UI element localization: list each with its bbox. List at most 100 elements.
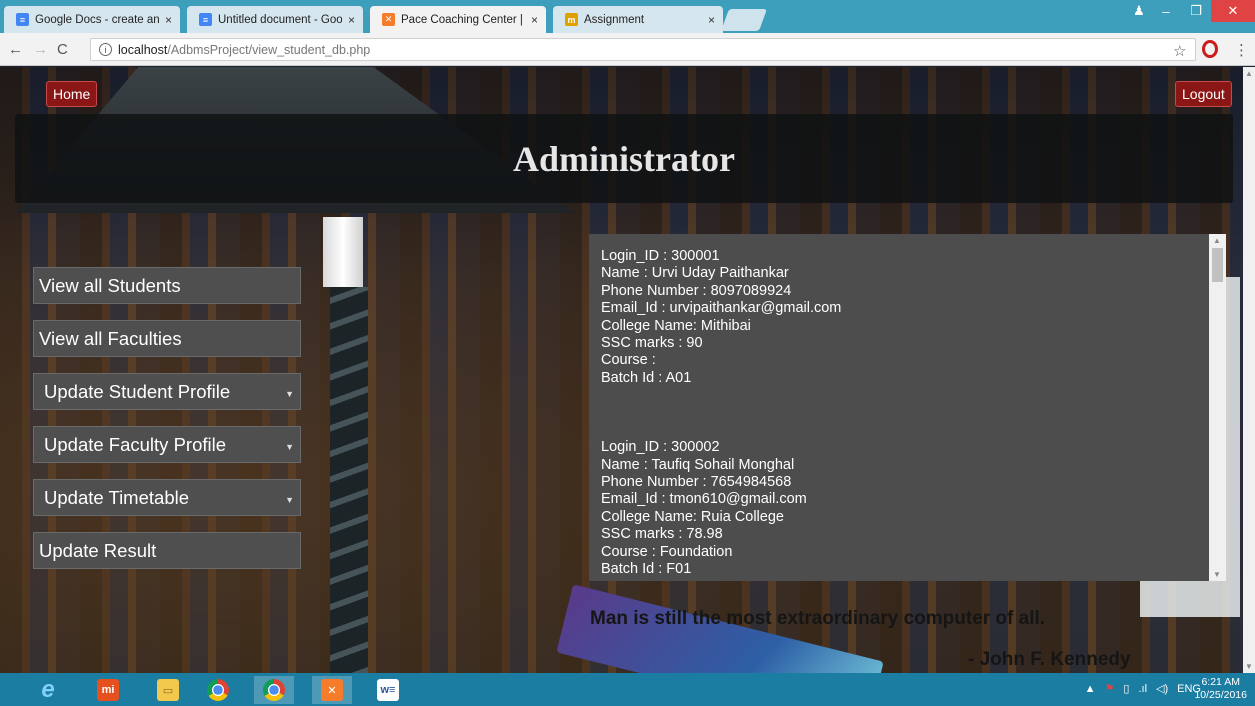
home-button[interactable]: Home [46,81,98,107]
dropdown-caret-icon: ▼ [285,495,294,505]
close-tab-icon[interactable]: × [165,13,172,27]
user-icon[interactable]: ♟ [1127,0,1151,22]
browser-tab-strip: ≡ Google Docs - create an × ≡ Untitled d… [0,0,1255,33]
quote-text: Man is still the most extraordinary comp… [590,608,1046,629]
word-icon[interactable]: w≡ [368,676,408,704]
menu-update-student-profile[interactable]: Update Student Profile ▼ [33,373,301,410]
xampp-icon: ✕ [382,13,395,26]
menu-label: Update Result [39,539,157,561]
windows-taskbar: e mi ▭ ✕ w≡ ▲ ⚑ ▯ .ıl ◁) ENG 6:21 AM 10/… [0,673,1255,706]
phone-number: Phone Number : 7654984568 [601,474,792,491]
scroll-up-icon[interactable]: ▲ [1245,69,1253,78]
file-explorer-icon[interactable]: ▭ [148,676,188,704]
docs-icon: ≡ [199,13,212,26]
window-controls: ♟ – ❐ ✕ [1127,0,1255,24]
panel-scrollbar[interactable]: ▲ ▼ [1209,234,1226,581]
student-records: Login_ID : 300001 Name : Urvi Uday Paith… [601,248,841,581]
internet-explorer-icon[interactable]: e [28,676,68,704]
show-hidden-icons-icon[interactable]: ▲ [1085,683,1096,695]
new-tab-button[interactable] [720,9,768,31]
action-center-flag-icon[interactable]: ⚑ [1105,682,1115,695]
course: Course : Foundation [601,543,733,560]
menu-kebab-icon[interactable]: ⋮ [1234,41,1249,59]
tab-pace-coaching-center[interactable]: ✕ Pace Coaching Center | A × [370,6,546,33]
bookmark-star-icon[interactable]: ☆ [1173,42,1186,60]
menu-update-result[interactable]: Update Result [33,532,301,569]
tab-google-docs[interactable]: ≡ Google Docs - create an × [4,6,180,33]
signal-icon[interactable]: .ıl [1138,683,1147,695]
student-name: Name : Urvi Uday Paithankar [601,265,789,282]
batch-id: Batch Id : F01 [601,561,692,578]
clock-date: 10/25/2016 [1194,689,1247,701]
phone-number: Phone Number : 8097089924 [601,282,792,299]
tab-assignment[interactable]: m Assignment × [553,6,723,33]
tab-title: Assignment [584,13,645,26]
menu-label: Update Faculty Profile [44,433,227,455]
menu-update-timetable[interactable]: Update Timetable ▼ [33,479,301,516]
info-icon[interactable]: i [99,43,112,56]
student-name: Name : Taufiq Sohail Monghal [601,456,795,473]
batch-id: Batch Id : A01 [601,369,692,386]
background-candle [323,217,363,287]
ssc-marks: SSC marks : 78.98 [601,526,723,543]
login-id: Login_ID : 300001 [601,248,720,264]
tab-untitled-document[interactable]: ≡ Untitled document - Goo × [187,6,363,33]
email-id: Email_Id : tmon610@gmail.com [601,491,807,508]
close-tab-icon[interactable]: × [348,13,355,27]
url-input[interactable]: i localhost/AdbmsProject/view_student_db… [90,38,1196,61]
student-record: Login_ID : 300002 Name : Taufiq Sohail M… [601,439,841,578]
menu-view-all-faculties[interactable]: View all Faculties [33,320,301,357]
close-tab-icon[interactable]: × [531,13,538,27]
maximize-icon[interactable]: ❐ [1181,0,1211,22]
college-name: College Name: Mithibai [601,317,751,334]
tab-title: Pace Coaching Center | A [401,13,525,26]
chrome-icon[interactable] [198,676,238,704]
chrome-icon[interactable] [254,676,294,704]
quote-author: - John F. Kennedy [968,649,1131,670]
address-bar-row: ← → C i localhost/AdbmsProject/view_stud… [0,33,1255,66]
page-title-banner: Administrator [15,114,1233,203]
student-record: Login_ID : 300001 Name : Urvi Uday Paith… [601,248,841,387]
url-host: localhost [118,42,168,57]
url-path: /AdbmsProject/view_student_db.php [167,42,371,57]
clock-time: 6:21 AM [1201,676,1240,688]
ssc-marks: SSC marks : 90 [601,335,703,352]
menu-update-faculty-profile[interactable]: Update Faculty Profile ▼ [33,426,301,463]
assignment-icon: m [565,13,578,26]
opera-extension-icon[interactable] [1202,40,1218,58]
dropdown-caret-icon: ▼ [285,389,294,399]
page-scrollbar[interactable]: ▲ ▼ [1243,67,1255,673]
battery-icon[interactable]: ▯ [1123,682,1129,695]
scroll-down-icon[interactable]: ▼ [1213,570,1221,579]
menu-label: Update Timetable [44,486,190,508]
scroll-thumb[interactable] [1212,248,1223,282]
menu-view-all-students[interactable]: View all Students [33,267,301,304]
course: Course : [601,352,656,369]
college-name: College Name: Ruia College [601,508,784,525]
taskbar-clock[interactable]: 6:21 AM 10/25/2016 [1194,676,1247,702]
close-tab-icon[interactable]: × [708,13,715,27]
mi-icon[interactable]: mi [88,676,128,704]
menu-label: View all Students [39,274,181,296]
page-viewport: Home Logout Administrator View all Stude… [0,67,1255,673]
student-list-panel[interactable]: Login_ID : 300001 Name : Urvi Uday Paith… [589,234,1226,581]
background-lamp-pole [330,287,368,673]
menu-label: View all Faculties [39,327,182,349]
system-tray: ▲ ⚑ ▯ .ıl ◁) ENG [1085,682,1201,696]
forward-icon[interactable]: → [33,41,48,58]
close-window-icon[interactable]: ✕ [1211,0,1255,22]
scroll-up-icon[interactable]: ▲ [1213,236,1221,245]
logout-button[interactable]: Logout [1175,81,1232,107]
email-id: Email_Id : urvipaithankar@gmail.com [601,300,842,317]
xampp-icon[interactable]: ✕ [312,676,352,704]
volume-icon[interactable]: ◁) [1156,682,1168,695]
minimize-icon[interactable]: – [1151,0,1181,22]
docs-icon: ≡ [16,13,29,26]
tab-title: Google Docs - create an [35,13,159,26]
back-icon[interactable]: ← [8,41,23,58]
scroll-down-icon[interactable]: ▼ [1245,662,1253,671]
menu-label: Update Student Profile [44,380,231,402]
page-title: Administrator [513,138,735,179]
reload-icon[interactable]: C [57,41,68,58]
dropdown-caret-icon: ▼ [285,442,294,452]
